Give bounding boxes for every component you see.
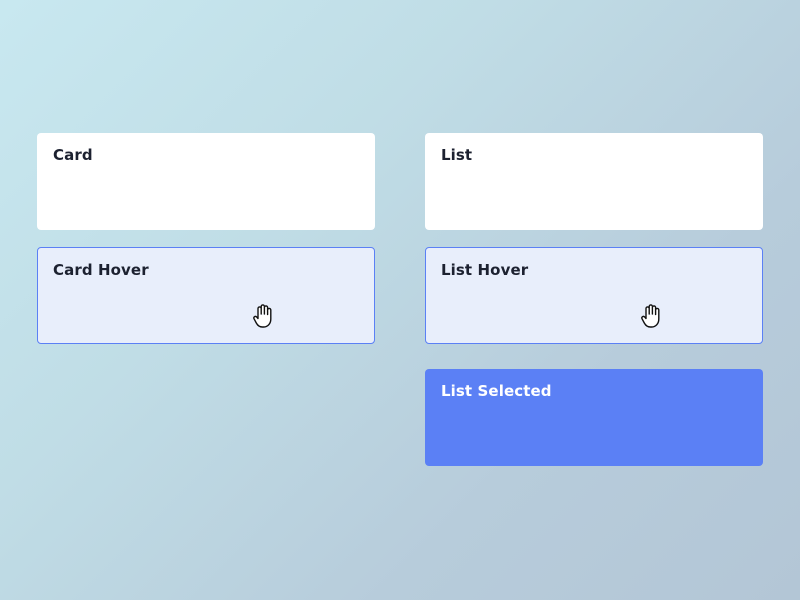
list-hover-label: List Hover [441,261,529,279]
list-default[interactable]: List [425,133,763,230]
list-selected-label: List Selected [441,382,552,400]
list-label: List [441,146,473,164]
list-hover[interactable]: List Hover [425,247,763,344]
hand-pointer-icon [252,303,274,329]
card-hover[interactable]: Card Hover [37,247,375,344]
list-selected[interactable]: List Selected [425,369,763,466]
card-hover-label: Card Hover [53,261,149,279]
card-label: Card [53,146,93,164]
hand-pointer-icon [640,303,662,329]
card-default[interactable]: Card [37,133,375,230]
